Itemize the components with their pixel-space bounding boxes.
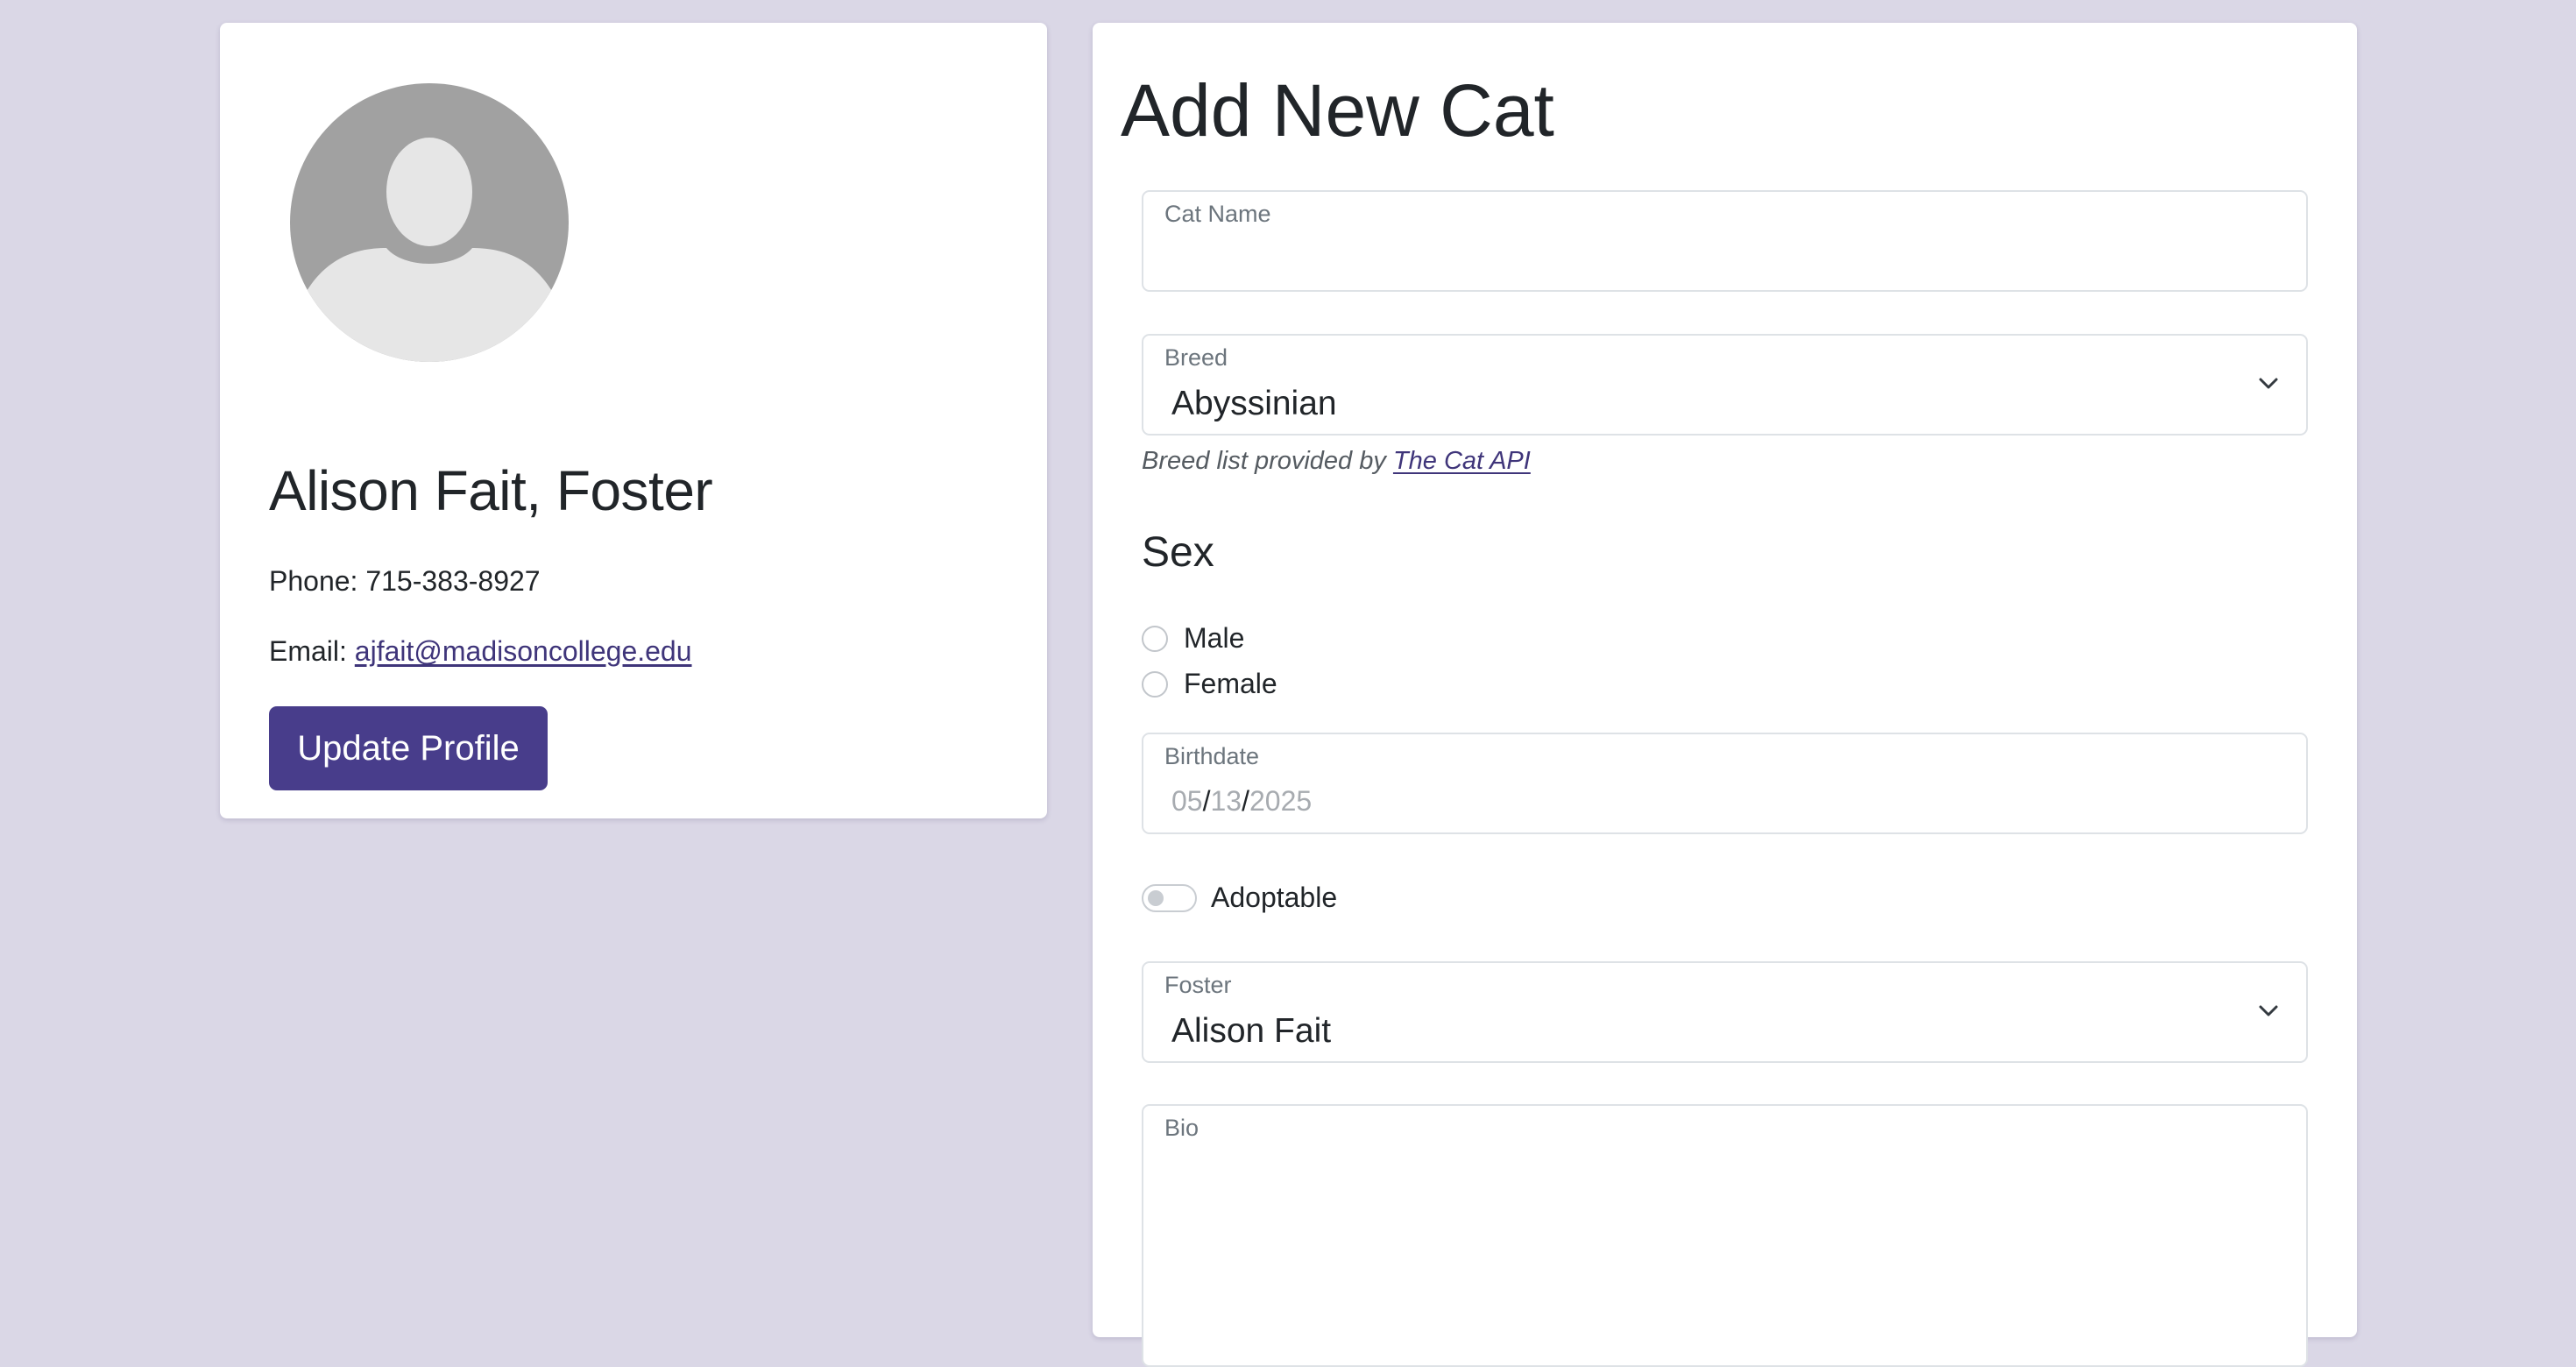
form-title: Add New Cat bbox=[1121, 69, 1554, 152]
breed-helper-text: Breed list provided by The Cat API bbox=[1142, 447, 1531, 476]
breed-helper-prefix: Breed list provided by bbox=[1142, 447, 1386, 475]
birthdate-input[interactable]: Birthdate 05/13/2025 bbox=[1142, 733, 2308, 834]
profile-email: Email: ajfait@madisoncollege.edu bbox=[269, 634, 692, 668]
chevron-down-icon bbox=[2259, 1005, 2278, 1016]
adoptable-switch[interactable] bbox=[1142, 883, 1197, 912]
update-profile-button[interactable]: Update Profile bbox=[269, 706, 548, 790]
profile-phone: Phone: 715-383-8927 bbox=[269, 564, 541, 598]
breed-value: Abyssinian bbox=[1171, 385, 1337, 422]
female-radio[interactable] bbox=[1142, 670, 1168, 698]
birthdate-value: 05/13/2025 bbox=[1171, 785, 1312, 818]
add-cat-form-card: Add New Cat Cat Name Breed Abyssinian Br… bbox=[1093, 23, 2357, 1367]
email-link[interactable]: ajfait@madisoncollege.edu bbox=[355, 635, 692, 667]
cat-name-input[interactable]: Cat Name bbox=[1142, 190, 2308, 292]
foster-value: Alison Fait bbox=[1171, 1012, 1332, 1050]
profile-name: Alison Fait, Foster bbox=[269, 459, 713, 522]
date-separator: / bbox=[1242, 785, 1249, 817]
female-label: Female bbox=[1184, 668, 1277, 699]
switch-knob bbox=[1148, 889, 1164, 906]
chevron-down-icon bbox=[2259, 378, 2278, 389]
adoptable-toggle-row: Adoptable bbox=[1142, 882, 1337, 914]
adoptable-label: Adoptable bbox=[1211, 882, 1338, 913]
breed-label: Breed bbox=[1164, 344, 1228, 371]
phone-label: Phone: bbox=[269, 565, 358, 597]
birthdate-day[interactable]: 13 bbox=[1210, 785, 1242, 817]
phone-value: 715-383-8927 bbox=[365, 565, 541, 597]
sex-heading: Sex bbox=[1142, 529, 1214, 576]
foster-select[interactable]: Foster Alison Fait bbox=[1142, 961, 2308, 1063]
breed-select[interactable]: Breed Abyssinian bbox=[1142, 334, 2308, 436]
sex-option-female[interactable]: Female bbox=[1142, 668, 1277, 700]
male-label: Male bbox=[1184, 622, 1245, 654]
bio-label: Bio bbox=[1164, 1115, 1200, 1141]
bio-textarea[interactable]: Bio bbox=[1142, 1104, 2308, 1367]
birthdate-year[interactable]: 2025 bbox=[1249, 785, 1312, 817]
sex-option-male[interactable]: Male bbox=[1142, 622, 1244, 655]
email-label: Email: bbox=[269, 635, 347, 667]
cat-name-label: Cat Name bbox=[1164, 201, 1271, 227]
cat-api-link[interactable]: The Cat API bbox=[1393, 447, 1531, 475]
foster-label: Foster bbox=[1164, 972, 1232, 998]
birthdate-label: Birthdate bbox=[1164, 743, 1260, 769]
user-silhouette-icon bbox=[290, 83, 569, 362]
profile-card: Alison Fait, Foster Phone: 715-383-8927 … bbox=[220, 23, 1047, 818]
male-radio[interactable] bbox=[1142, 625, 1168, 652]
birthdate-month[interactable]: 05 bbox=[1171, 785, 1203, 817]
